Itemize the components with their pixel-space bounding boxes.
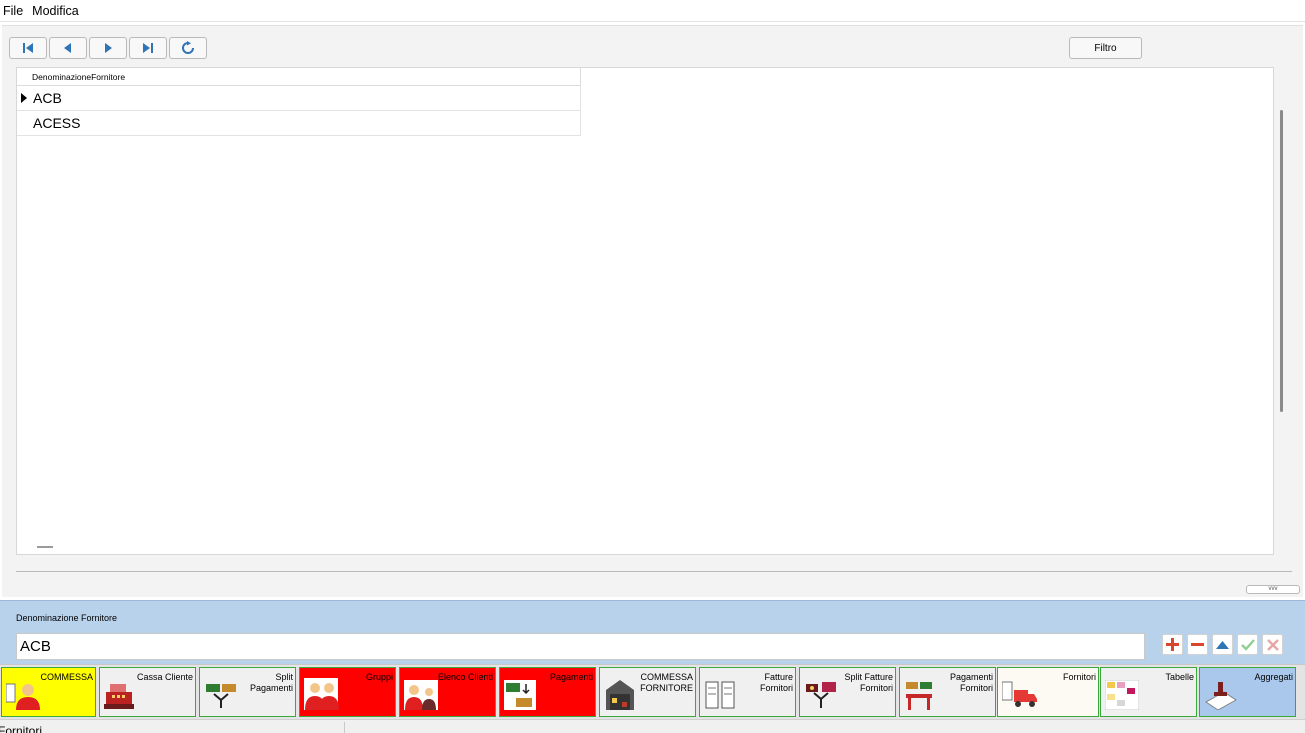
edit-record-button[interactable] [1212, 634, 1233, 655]
tab-commessa[interactable]: COMMESSA [1, 667, 96, 717]
data-grid: DenominazioneFornitore ACB ACESS [16, 67, 1274, 555]
tab-split-fatture-fornitori[interactable]: Split Fatture Fornitori [799, 667, 896, 717]
tab-label: Elenco Clienti [437, 672, 493, 682]
minus-icon [1191, 643, 1204, 646]
table-row[interactable]: ACB [17, 86, 581, 111]
tab-pagamenti-fornitori[interactable]: Pagamenti Fornitori [899, 667, 996, 717]
delivery-truck-icon [1002, 681, 1037, 707]
tab-label: Cassa Cliente [136, 672, 193, 682]
tab-label: Split Fatture Fornitori [844, 672, 893, 693]
customer-person-icon [6, 683, 40, 710]
status-text: Fornitori [0, 724, 43, 733]
skip-last-icon [143, 43, 153, 53]
small-options-button[interactable]: vvv [1246, 585, 1300, 594]
triangle-up-icon [1216, 640, 1229, 649]
tab-label: Pagamenti Fornitori [949, 672, 993, 693]
tab-label: Tabelle [1165, 672, 1194, 682]
triangle-left-icon [64, 43, 71, 53]
checkmark-icon [1240, 638, 1255, 651]
main-panel: Filtro DenominazioneFornitore ACB ACESS [2, 25, 1303, 597]
invoice-icon [705, 681, 735, 709]
previous-record-button[interactable] [49, 37, 87, 59]
tab-aggregati[interactable]: Aggregati [1199, 667, 1296, 717]
tab-label: Split Pagamenti [249, 672, 293, 693]
module-tab-bar: COMMESSA Cassa Cliente Split Pagamenti Gr… [0, 664, 1305, 719]
tab-gruppi[interactable]: Gruppi [299, 667, 396, 717]
last-record-button[interactable] [129, 37, 167, 59]
tab-fatture-fornitori[interactable]: Fatture Fornitori [699, 667, 796, 717]
delete-record-button[interactable] [1187, 634, 1208, 655]
grid-cell: ACESS [33, 115, 81, 131]
status-divider [344, 722, 345, 733]
tab-label: COMMESSA FORNITORE [640, 672, 693, 693]
skip-first-icon [23, 43, 33, 53]
cancel-button[interactable] [1262, 634, 1283, 655]
tab-label: Fatture Fornitori [759, 672, 793, 693]
denominazione-label: Denominazione Fornitore [16, 613, 118, 623]
supplier-payments-icon [906, 682, 932, 710]
grid-cell: ACB [33, 90, 62, 106]
first-record-button[interactable] [9, 37, 47, 59]
split-payment-icon [206, 684, 236, 708]
menu-modifica[interactable]: Modifica [29, 0, 83, 22]
triangle-right-icon [105, 43, 112, 53]
group-people-icon [304, 678, 339, 710]
tab-label: Pagamenti [549, 672, 593, 682]
menu-bar: File Modifica [0, 0, 1305, 22]
tab-label: Aggregati [1254, 672, 1293, 682]
split-invoice-icon [806, 682, 836, 708]
tab-label: Gruppi [365, 672, 393, 682]
payments-icon [504, 680, 536, 710]
tab-cassa-cliente[interactable]: Cassa Cliente [99, 667, 196, 717]
client-list-icon [404, 680, 438, 710]
tab-pagamenti[interactable]: Pagamenti [499, 667, 596, 717]
current-row-indicator-icon [21, 93, 27, 103]
close-icon [1266, 638, 1279, 651]
tab-label: Fornitori [1062, 672, 1096, 682]
refresh-button[interactable] [169, 37, 207, 59]
tab-split-pagamenti[interactable]: Split Pagamenti [199, 667, 296, 717]
divider [16, 571, 1292, 572]
tab-tabelle[interactable]: Tabelle [1100, 667, 1197, 717]
confirm-button[interactable] [1237, 634, 1258, 655]
refresh-icon [182, 41, 194, 54]
tab-commessa-fornitore[interactable]: COMMESSA FORNITORE [599, 667, 696, 717]
warehouse-icon [606, 680, 634, 710]
plus-icon [1166, 638, 1179, 651]
column-header-denominazione[interactable]: DenominazioneFornitore [17, 68, 581, 86]
table-icon [1105, 680, 1139, 710]
table-row[interactable]: ACESS [17, 111, 581, 136]
tab-elenco-clienti[interactable]: Elenco Clienti [399, 667, 496, 717]
add-record-button[interactable] [1162, 634, 1183, 655]
edit-panel: Denominazione Fornitore ACB [0, 600, 1305, 664]
next-record-button[interactable] [89, 37, 127, 59]
stamp-documents-icon [1205, 682, 1237, 710]
denominazione-input[interactable]: ACB [16, 633, 1145, 660]
tab-fornitori[interactable]: Fornitori [997, 667, 1099, 717]
cash-register-icon [104, 684, 134, 709]
status-bar: Fornitori [0, 719, 1305, 733]
tab-label: COMMESSA [40, 672, 93, 682]
menu-file[interactable]: File [0, 0, 27, 22]
filter-button[interactable]: Filtro [1069, 37, 1142, 59]
vertical-scrollbar-thumb[interactable] [1280, 110, 1283, 412]
horizontal-scrollbar[interactable] [37, 546, 53, 548]
